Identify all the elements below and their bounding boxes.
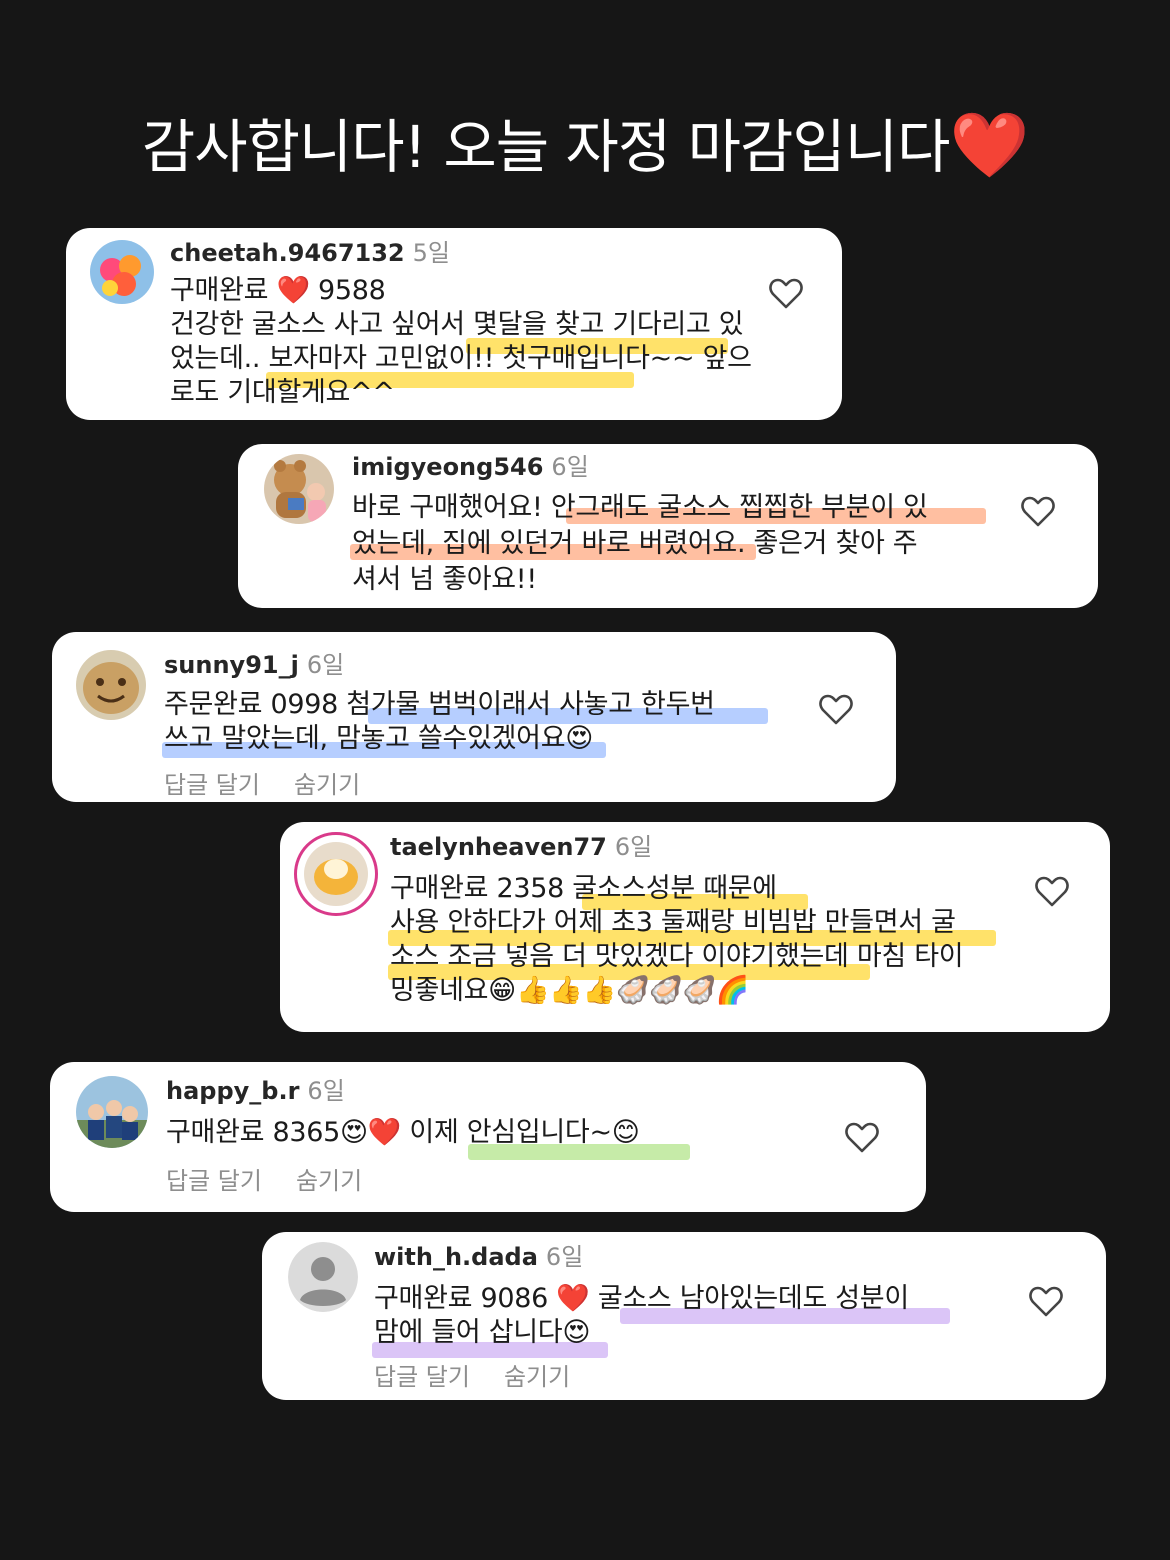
heart-outline-icon[interactable]: [1034, 874, 1070, 908]
hide-button[interactable]: 숨기기: [504, 1363, 570, 1391]
heart-outline-icon[interactable]: [1020, 494, 1056, 528]
username[interactable]: sunny91_j: [164, 651, 299, 679]
comment-text: 바로 구매했어요! 안그래도 굴소스 찝찝한 부분이 있 었는데, 집에 있던거…: [352, 492, 928, 595]
comment-actions: 답글 달기 숨기기: [374, 1362, 570, 1392]
timestamp: 5일: [412, 239, 450, 267]
comment-text: 주문완료 0998 첨가물 범벅이래서 사놓고 한두번 쓰고 말았는데, 맘놓고…: [164, 689, 715, 754]
comment-meta: sunny91_j 6일: [164, 650, 344, 680]
heart-outline-icon[interactable]: [768, 276, 804, 310]
comment-text: 구매완료 2358 굴소스성분 때문에 사용 안하다가 어제 초3 둘째랑 비빔…: [390, 873, 964, 1006]
avatar[interactable]: [264, 454, 334, 524]
headline-text: 감사합니다! 오늘 자정 마감입니다: [141, 113, 951, 181]
heart-outline-icon[interactable]: [844, 1120, 880, 1154]
heart-outline-icon[interactable]: [1028, 1284, 1064, 1318]
timestamp: 6일: [545, 1243, 584, 1271]
avatar[interactable]: [76, 1076, 148, 1148]
headline: 감사합니다! 오늘 자정 마감입니다❤️: [0, 108, 1170, 185]
reply-button[interactable]: 답글 달기: [166, 1167, 262, 1195]
username[interactable]: taelynheaven77: [390, 833, 607, 861]
reply-button[interactable]: 답글 달기: [164, 771, 260, 799]
timestamp: 6일: [551, 453, 589, 481]
username[interactable]: imigyeong546: [352, 453, 543, 481]
comment-card: taelynheaven77 6일 구매완료 2358 굴소스성분 때문에 사용 …: [280, 822, 1110, 1032]
username[interactable]: cheetah.9467132: [170, 239, 405, 267]
comment-card: with_h.dada 6일 구매완료 9086 ❤️ 굴소스 남아있는데도 성분…: [262, 1232, 1106, 1400]
comment-meta: happy_b.r 6일: [166, 1076, 345, 1106]
username[interactable]: with_h.dada: [374, 1243, 538, 1271]
comment-text: 구매완료 9086 ❤️ 굴소스 남아있는데도 성분이 맘에 들어 삽니다😍: [374, 1283, 909, 1348]
comment-text: 구매완료 8365😍❤️ 이제 안심입니다~😊: [166, 1117, 640, 1148]
comment-text: 구매완료 ❤️ 9588 건강한 굴소스 사고 싶어서 몇달을 찾고 기다리고 …: [170, 275, 752, 408]
comment-card: cheetah.9467132 5일 구매완료 ❤️ 9588 건강한 굴소스 사…: [66, 228, 842, 420]
hide-button[interactable]: 숨기기: [296, 1167, 362, 1195]
person-silhouette-icon[interactable]: [288, 1242, 358, 1312]
heart-outline-icon[interactable]: [818, 692, 854, 726]
comment-card: happy_b.r 6일 구매완료 8365😍❤️ 이제 안심입니다~😊 답글 달…: [50, 1062, 926, 1212]
heart-emoji-icon: ❤️: [949, 109, 1029, 183]
comment-actions: 답글 달기 숨기기: [166, 1166, 362, 1196]
timestamp: 6일: [614, 833, 653, 861]
comment-card: sunny91_j 6일 주문완료 0998 첨가물 범벅이래서 사놓고 한두번 …: [52, 632, 896, 802]
comment-actions: 답글 달기 숨기기: [164, 770, 360, 800]
comment-meta: taelynheaven77 6일: [390, 832, 652, 862]
avatar[interactable]: [90, 240, 154, 304]
avatar[interactable]: [76, 650, 146, 720]
comment-meta: cheetah.9467132 5일: [170, 238, 450, 268]
hide-button[interactable]: 숨기기: [294, 771, 360, 799]
timestamp: 6일: [307, 1077, 345, 1105]
avatar[interactable]: [294, 832, 378, 916]
comment-card: imigyeong546 6일 바로 구매했어요! 안그래도 굴소스 찝찝한 부분…: [238, 444, 1098, 608]
comment-meta: imigyeong546 6일: [352, 452, 589, 482]
reply-button[interactable]: 답글 달기: [374, 1363, 470, 1391]
username[interactable]: happy_b.r: [166, 1077, 299, 1105]
timestamp: 6일: [306, 651, 345, 679]
comment-meta: with_h.dada 6일: [374, 1242, 583, 1272]
